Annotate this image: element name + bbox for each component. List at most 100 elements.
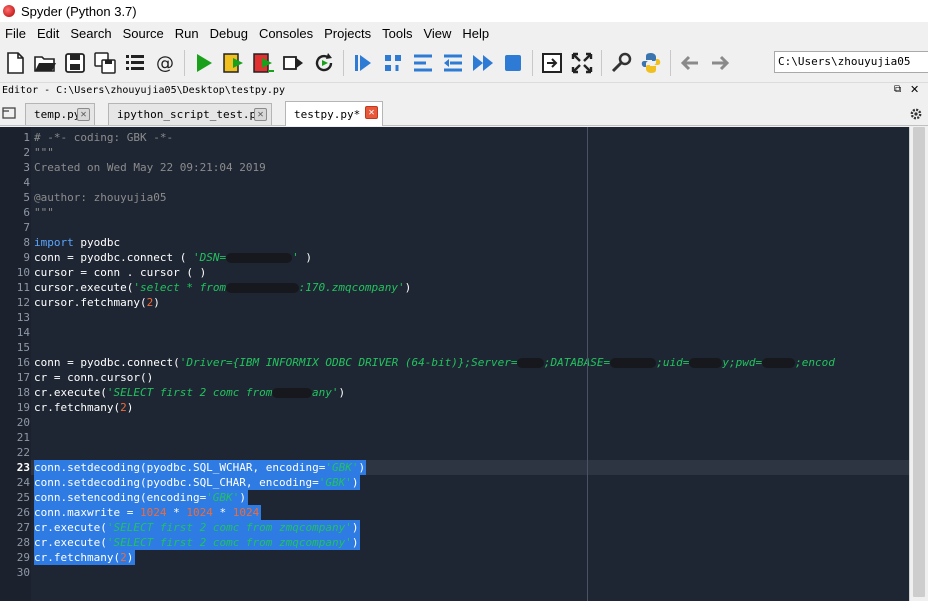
step-into-icon[interactable] — [408, 47, 438, 79]
code-line[interactable]: cursor = conn . cursor ( ) — [34, 265, 206, 280]
menu-debug[interactable]: Debug — [205, 26, 254, 41]
gear-icon[interactable] — [909, 107, 923, 121]
maximize-pane-icon[interactable] — [537, 47, 567, 79]
run-selection-icon[interactable] — [279, 47, 309, 79]
toolbar-separator — [184, 50, 185, 76]
line-number: 24 — [16, 476, 30, 489]
code-line[interactable]: cursor.execute('select * from:170.zmqcom… — [34, 280, 411, 295]
line-number: 8 — [23, 236, 30, 249]
code-line[interactable]: conn.setencoding(encoding='GBK') — [34, 490, 246, 505]
edge-line — [587, 127, 588, 601]
line-number: 6 — [23, 206, 30, 219]
line-number: 22 — [16, 446, 30, 459]
line-number-gutter: 1 2 3 4 5 6 7 8 9 10 11 12 13 14 15 16 17 18 19 20 21 22 23 24 2… — [0, 127, 31, 601]
menu-run[interactable]: Run — [170, 26, 205, 41]
run-icon[interactable] — [189, 47, 219, 79]
code-line[interactable]: cr.execute('SELECT first 2 comc from any'… — [34, 385, 345, 400]
menu-tools[interactable]: Tools — [377, 26, 418, 41]
code-line[interactable]: """ — [34, 205, 54, 220]
close-tab-icon[interactable]: ✕ — [365, 106, 378, 119]
line-number: 3 — [23, 161, 30, 174]
code-line[interactable]: import pyodbc — [34, 235, 120, 250]
code-line[interactable]: # -*- coding: GBK -*- — [34, 130, 173, 145]
code-line[interactable]: conn = pyodbc.connect ( 'DSN= ' ) — [34, 250, 312, 265]
line-number: 27 — [16, 521, 30, 534]
window-titlebar: Spyder (Python 3.7) — [0, 0, 928, 22]
tab-testpy-py[interactable]: testpy.py* ✕ — [285, 101, 383, 126]
undock-icon[interactable]: ⧉ — [894, 84, 906, 96]
code-line[interactable]: cr.fetchmany(2) — [34, 550, 133, 565]
toolbar-separator — [601, 50, 602, 76]
code-line[interactable]: cr.execute('SELECT first 2 comc from zmq… — [34, 535, 359, 550]
tab-label: testpy.py* — [294, 107, 361, 121]
line-number: 17 — [16, 371, 30, 384]
menu-file[interactable]: File — [0, 26, 32, 41]
line-number: 1 — [23, 131, 30, 144]
menu-consoles[interactable]: Consoles — [254, 26, 319, 41]
menu-search[interactable]: Search — [65, 26, 117, 41]
menu-view[interactable]: View — [418, 26, 457, 41]
line-number: 29 — [16, 551, 30, 564]
code-line[interactable]: Created on Wed May 22 09:21:04 2019 — [34, 160, 266, 175]
editor-vertical-scrollbar[interactable] — [909, 127, 928, 601]
tab-ipython-script-test-py[interactable]: ipython_script_test.py ✕ — [108, 103, 272, 125]
preferences-icon[interactable] — [606, 47, 636, 79]
line-number: 20 — [16, 416, 30, 429]
menu-help[interactable]: Help — [457, 26, 495, 41]
line-number: 26 — [16, 506, 30, 519]
close-icon[interactable]: ✕ — [910, 84, 922, 96]
run-cell-advance-icon[interactable] — [249, 47, 279, 79]
browse-tabs-icon[interactable] — [2, 106, 16, 120]
new-file-icon[interactable] — [0, 47, 30, 79]
working-directory-input[interactable]: C:\Users\zhouyujia05 — [774, 51, 928, 73]
code-line[interactable]: cr = conn.cursor() — [34, 370, 153, 385]
at-icon[interactable]: @ — [150, 47, 180, 79]
run-cell-icon[interactable] — [219, 47, 249, 79]
stop-icon[interactable] — [498, 47, 528, 79]
tab-temp-py[interactable]: temp.py ✕ — [25, 103, 95, 125]
save-icon[interactable] — [60, 47, 90, 79]
debug-icon[interactable] — [348, 47, 378, 79]
code-editor[interactable]: 1 2 3 4 5 6 7 8 9 10 11 12 13 14 15 16 17 18 19 20 21 22 23 24 2… — [0, 127, 928, 601]
line-number: 15 — [16, 341, 30, 354]
scrollbar-thumb[interactable] — [913, 127, 925, 597]
step-return-icon[interactable] — [438, 47, 468, 79]
svg-text:@: @ — [156, 53, 174, 74]
editor-pane-title: Editor - C:\Users\zhouyujia05\Desktop\te… — [2, 85, 285, 96]
save-all-icon[interactable] — [90, 47, 120, 79]
back-icon[interactable] — [675, 47, 705, 79]
toolbar-separator — [670, 50, 671, 76]
line-number: 23 — [16, 461, 30, 474]
code-line[interactable]: cr.execute('SELECT first 2 comc from zmq… — [34, 520, 359, 535]
code-area[interactable]: # -*- coding: GBK -*- """ Created on Wed M… — [34, 127, 909, 601]
menu-projects[interactable]: Projects — [319, 26, 377, 41]
code-line[interactable]: conn = pyodbc.connect('Driver={IBM INFOR… — [34, 355, 835, 370]
code-line[interactable]: """ — [34, 145, 54, 160]
forward-icon[interactable] — [705, 47, 735, 79]
editor-tab-bar: temp.py ✕ ipython_script_test.py ✕ testp… — [0, 100, 928, 126]
code-line[interactable]: conn.setdecoding(pyodbc.SQL_WCHAR, encod… — [34, 460, 365, 475]
fullscreen-icon[interactable] — [567, 47, 597, 79]
line-number: 16 — [16, 356, 30, 369]
menu-source[interactable]: Source — [118, 26, 170, 41]
outline-icon[interactable] — [120, 47, 150, 79]
pythonpath-icon[interactable] — [636, 47, 666, 79]
code-line[interactable]: cursor.fetchmany(2) — [34, 295, 160, 310]
step-icon[interactable] — [378, 47, 408, 79]
close-tab-icon[interactable]: ✕ — [254, 108, 267, 121]
line-number: 12 — [16, 296, 30, 309]
line-number: 2 — [23, 146, 30, 159]
line-number: 7 — [23, 221, 30, 234]
code-line[interactable]: conn.setdecoding(pyodbc.SQL_CHAR, encodi… — [34, 475, 359, 490]
close-tab-icon[interactable]: ✕ — [77, 108, 90, 121]
code-line[interactable]: @author: zhouyujia05 — [34, 190, 166, 205]
code-line[interactable]: conn.maxwrite = 1024 * 1024 * 1024 — [34, 505, 259, 520]
menu-edit[interactable]: Edit — [32, 26, 65, 41]
continue-icon[interactable] — [468, 47, 498, 79]
line-number: 14 — [16, 326, 30, 339]
rerun-icon[interactable] — [309, 47, 339, 79]
code-line[interactable]: cr.fetchmany(2) — [34, 400, 133, 415]
toolbar-separator — [532, 50, 533, 76]
open-file-icon[interactable] — [30, 47, 60, 79]
line-number: 25 — [16, 491, 30, 504]
